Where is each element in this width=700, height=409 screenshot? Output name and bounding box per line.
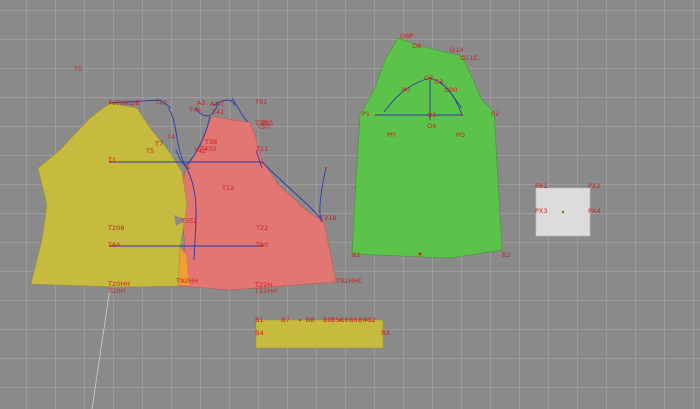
strip-piece[interactable] (255, 319, 384, 349)
label-v8: В8 (306, 316, 315, 324)
label-t4: Т4 (166, 133, 175, 141)
front-piece[interactable] (179, 115, 337, 291)
label-t68sh: Т68ШВ (115, 99, 140, 107)
label-t47: Т47 (154, 99, 167, 107)
label-t22: Т22 (255, 224, 268, 232)
label-p: Р (418, 251, 422, 259)
label-a4n: А4П (210, 100, 224, 108)
label-t91: Т91 (254, 98, 267, 106)
label-o3: О3 (434, 78, 443, 86)
label-t6a: Т6А (107, 241, 121, 249)
label-t41: Т41 (211, 108, 224, 116)
label-t31b: Т31В (319, 214, 337, 222)
sleeve-piece[interactable] (351, 37, 503, 259)
pattern-drawing: Т0 Т6 Т68ШВ Т47 А2 Т45 А4П Т41 Т91 Т58 Т… (30, 32, 601, 409)
label-v02: В0 (358, 316, 367, 324)
label-t352: Т352 (180, 217, 197, 225)
label-p2: Р2 (491, 110, 499, 118)
label-v3: В3 (381, 329, 390, 337)
label-o2: О2 (424, 74, 433, 82)
label-t11: Т11 (255, 145, 268, 153)
label-o4: О4 (427, 122, 436, 130)
label-t92nns: Т92ННС (335, 277, 363, 285)
label-t20n: Т20Н (107, 287, 125, 295)
label-o14: О14 (450, 46, 463, 54)
back-piece[interactable] (30, 102, 188, 288)
label-t7: Т7 (154, 140, 163, 148)
label-v6: В6 (340, 316, 349, 324)
label-v2: В2 (367, 316, 376, 324)
label-v5: В5 (331, 316, 340, 324)
label-t45: Т45 (188, 106, 201, 114)
label-t22nn: Т22НН (254, 287, 277, 295)
label-v4: В4 (255, 329, 264, 337)
label-t12: Т12 (221, 184, 234, 192)
label-px4: РХ4 (588, 207, 601, 215)
label-o00: О00 (444, 86, 457, 94)
label-v61: В6 (349, 316, 358, 324)
label-t60: Т60 (255, 241, 268, 249)
label-t430: Т430 (199, 145, 216, 153)
label-t6pl: Т6 (107, 99, 116, 107)
label-t5p: Т5П (256, 123, 270, 131)
label-v7: В7 (281, 316, 290, 324)
label-t5: Т5 (145, 147, 154, 155)
label-t0: Т0 (73, 65, 82, 73)
label-px2: РХ2 (588, 182, 601, 190)
label-o11: О11С (460, 54, 478, 62)
label-v1: В1 (255, 316, 264, 324)
label-r1: Р1 (362, 110, 370, 118)
label-b1: В1 (352, 251, 361, 259)
label-pn: РП (387, 131, 396, 139)
label-p0: Р0 (402, 86, 410, 94)
label-b2: В2 (502, 251, 511, 259)
label-o6p: О6Р (400, 32, 413, 40)
label-t92nn: Т92НН (175, 277, 198, 285)
label-px3: РХ3 (535, 207, 548, 215)
label-o1: О1 (427, 111, 436, 119)
label-po: РО (456, 131, 465, 139)
label-t208: Т208 (107, 224, 124, 232)
label-px1: РХ1 (535, 182, 548, 190)
label-o8: О8 (412, 42, 421, 50)
reference-line (91, 287, 111, 409)
pattern-canvas[interactable]: Т0 Т6 Т68ШВ Т47 А2 Т45 А4П Т41 Т91 Т58 Т… (0, 0, 700, 409)
label-t1: Т1 (107, 156, 116, 164)
